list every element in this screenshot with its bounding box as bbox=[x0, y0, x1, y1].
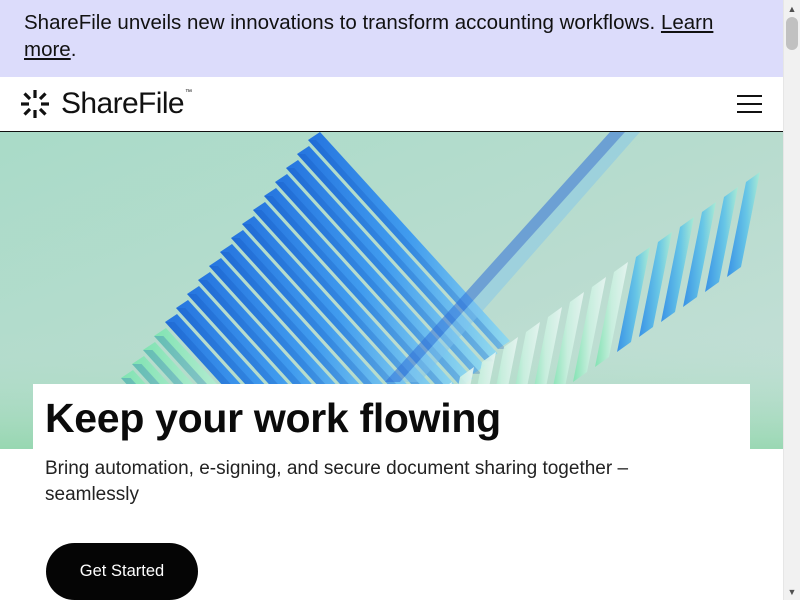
logo-trademark: ™ bbox=[185, 89, 192, 96]
scrollbar-thumb[interactable] bbox=[786, 17, 798, 50]
logo-wordmark: ShareFile™ bbox=[61, 87, 192, 121]
hero-title: Keep your work flowing bbox=[45, 395, 501, 441]
banner-text: ShareFile unveils new innovations to tra… bbox=[24, 11, 661, 34]
sharefile-logo[interactable]: ShareFile™ bbox=[19, 87, 192, 121]
sharefile-logo-icon bbox=[21, 90, 49, 118]
get-started-button[interactable]: Get Started bbox=[46, 543, 198, 600]
hamburger-menu-icon[interactable] bbox=[735, 93, 763, 115]
banner-message: ShareFile unveils new innovations to tra… bbox=[24, 9, 764, 63]
site-header: ShareFile™ bbox=[0, 77, 783, 132]
banner-suffix: . bbox=[70, 38, 77, 61]
scroll-down-arrow-icon[interactable]: ▼ bbox=[784, 583, 800, 600]
logo-text: ShareFile bbox=[61, 87, 185, 120]
page-viewport: ShareFile unveils new innovations to tra… bbox=[0, 0, 783, 600]
vertical-scrollbar[interactable]: ▲ ▼ bbox=[783, 0, 800, 600]
scroll-up-arrow-icon[interactable]: ▲ bbox=[784, 0, 800, 17]
hero-subtitle: Bring automation, e-signing, and secure … bbox=[45, 458, 629, 505]
announcement-banner: ShareFile unveils new innovations to tra… bbox=[0, 0, 783, 77]
